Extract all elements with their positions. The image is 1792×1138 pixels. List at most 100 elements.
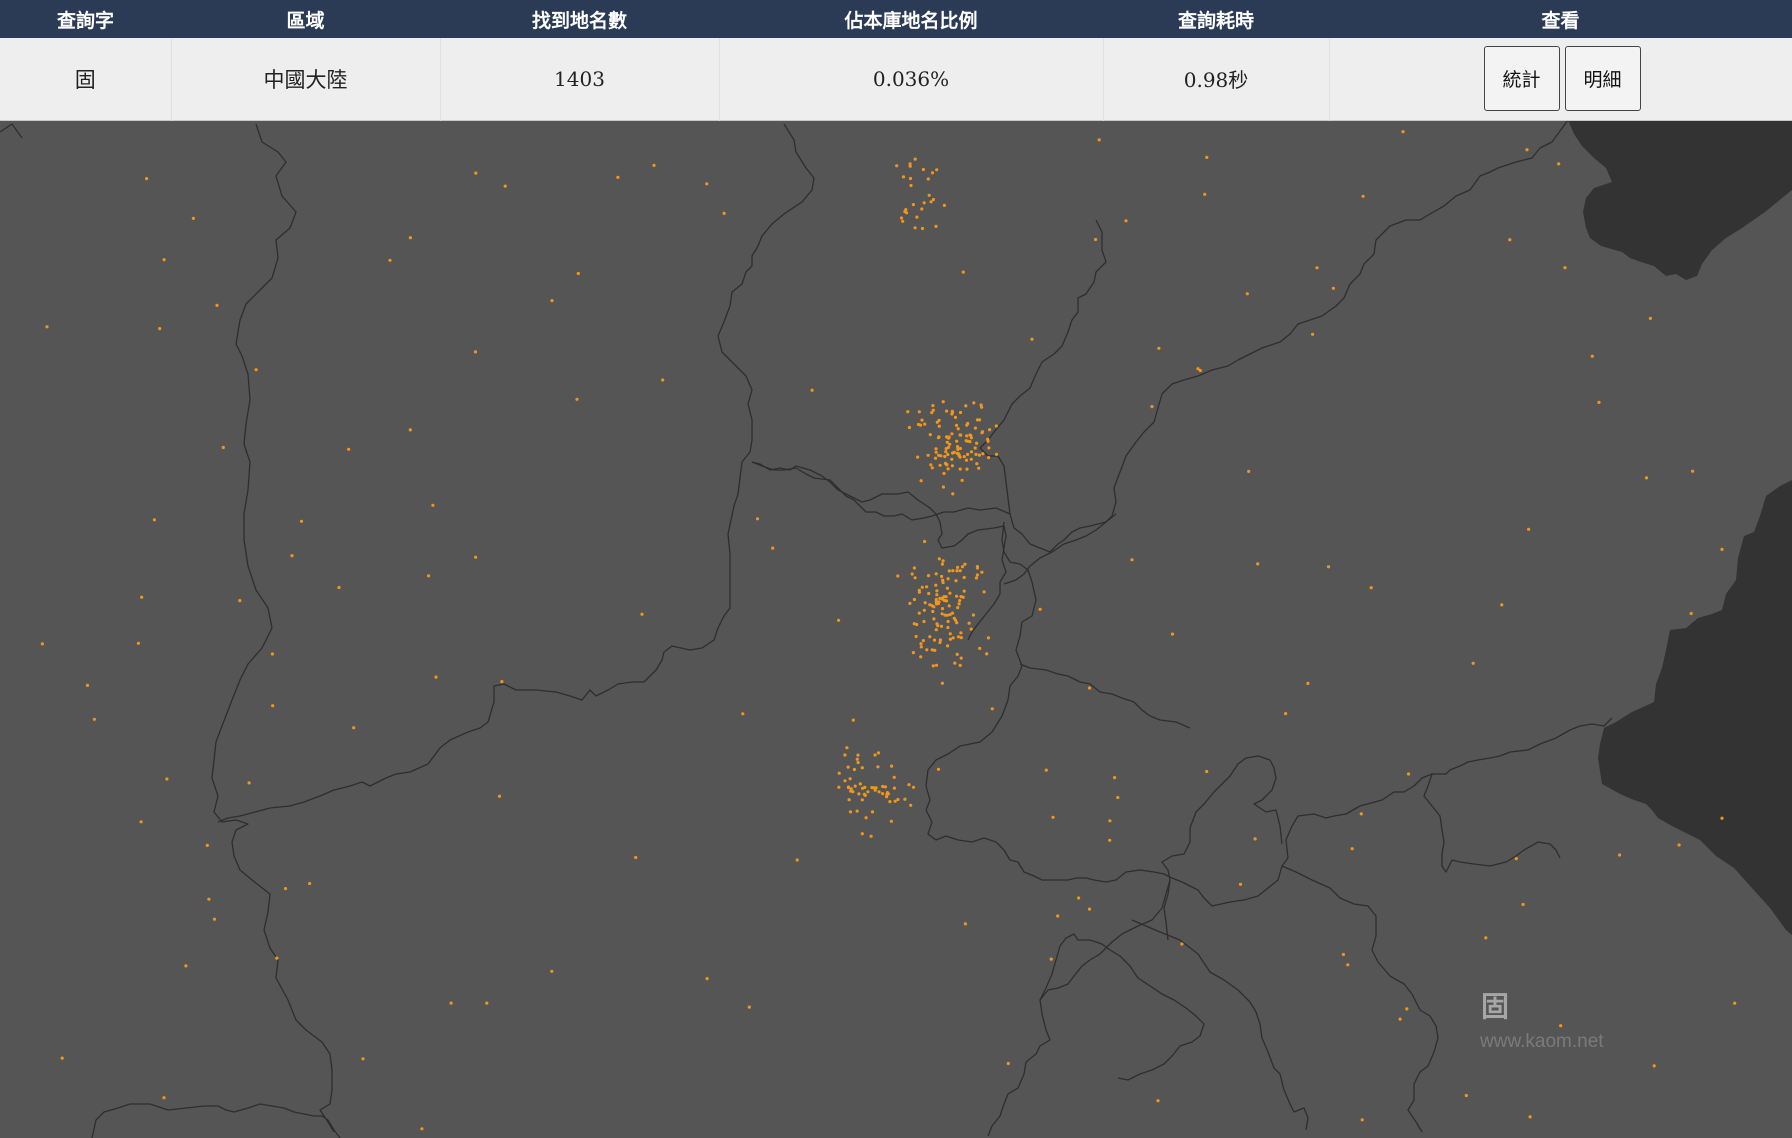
place-dot <box>337 585 341 590</box>
place-dot <box>848 810 853 814</box>
place-dot <box>893 799 897 803</box>
place-dot <box>908 601 912 606</box>
place-dot <box>1284 712 1288 716</box>
place-dot <box>960 478 964 482</box>
place-dot <box>923 601 927 605</box>
place-dot <box>973 426 978 430</box>
place-dot <box>966 452 970 456</box>
place-dot <box>1006 1061 1010 1066</box>
place-dot <box>958 433 962 437</box>
place-dot <box>954 423 959 427</box>
place-dot <box>964 404 968 408</box>
place-dot <box>934 663 939 667</box>
place-dot <box>956 447 960 451</box>
detail-button[interactable]: 明細 <box>1564 46 1641 111</box>
place-dot <box>943 613 947 617</box>
place-dot <box>1527 527 1531 531</box>
place-dot <box>158 327 162 331</box>
cell-count: 1403 <box>439 38 719 120</box>
header-count: 找到地名數 <box>531 9 627 32</box>
place-dot <box>890 764 894 768</box>
place-dot <box>860 832 864 836</box>
place-dot <box>961 270 965 274</box>
place-dot <box>856 760 860 765</box>
place-dot <box>1733 1001 1737 1005</box>
place-dot <box>634 855 638 860</box>
place-dot <box>944 599 949 603</box>
place-dot <box>1203 192 1207 196</box>
place-dot <box>916 455 920 459</box>
place-dot <box>1205 769 1209 774</box>
place-dot <box>955 451 960 455</box>
place-dot <box>943 454 947 459</box>
place-dot <box>928 433 932 437</box>
place-dot <box>977 453 982 457</box>
place-dot <box>616 175 620 179</box>
place-dot <box>347 447 351 451</box>
place-dot <box>1648 316 1652 320</box>
place-dot <box>1514 857 1518 861</box>
place-dot <box>408 428 412 432</box>
place-dot <box>931 197 936 202</box>
place-dot <box>1464 1093 1468 1098</box>
place-dot <box>283 887 288 891</box>
place-dot <box>954 579 958 583</box>
place-dot <box>940 612 944 616</box>
place-dot <box>1652 1064 1656 1068</box>
place-dot <box>431 503 435 507</box>
place-dot <box>408 236 412 240</box>
place-dot <box>946 452 950 457</box>
place-dot <box>474 171 478 175</box>
place-dot <box>957 602 961 606</box>
place-dot <box>913 226 917 230</box>
place-dot <box>994 424 998 428</box>
place-dot <box>937 424 941 428</box>
place-dot <box>1689 611 1693 616</box>
place-dot <box>929 463 933 467</box>
place-dot <box>874 786 878 790</box>
place-dot <box>771 546 775 550</box>
place-dot <box>965 467 969 471</box>
place-dot <box>873 753 877 757</box>
place-dot <box>911 651 916 655</box>
place-dot <box>1508 238 1512 242</box>
place-dot <box>837 771 841 775</box>
place-dot <box>962 589 966 593</box>
place-dot <box>956 606 960 610</box>
place-dot <box>1044 768 1048 772</box>
place-dot <box>917 611 921 615</box>
place-dot <box>1180 942 1184 946</box>
place-dot <box>851 718 855 722</box>
place-dot <box>140 595 144 599</box>
place-dot <box>933 456 938 460</box>
header-region: 區域 <box>286 9 325 32</box>
place-dot <box>896 574 900 578</box>
place-dot <box>921 167 926 172</box>
place-dot <box>162 258 166 262</box>
place-dot <box>950 409 954 413</box>
place-dot <box>948 591 952 595</box>
place-dot <box>969 436 974 440</box>
place-dot <box>947 569 951 573</box>
place-dot <box>238 599 242 603</box>
place-dot <box>919 642 923 646</box>
place-dot <box>474 555 478 559</box>
stats-button[interactable]: 統計 <box>1483 46 1560 111</box>
place-dot <box>1256 562 1260 566</box>
place-dot <box>938 640 942 645</box>
place-dot <box>955 652 959 657</box>
place-dot <box>934 572 938 576</box>
place-dot <box>705 977 709 981</box>
place-dot <box>895 164 899 168</box>
place-dot <box>934 224 938 228</box>
place-dot <box>941 400 945 404</box>
place-dot <box>952 616 956 620</box>
place-dot <box>915 622 919 627</box>
place-dot <box>958 410 963 415</box>
place-dot <box>920 226 925 231</box>
place-dot <box>980 431 984 435</box>
place-dot <box>962 455 966 459</box>
place-dot <box>972 401 976 405</box>
place-dot <box>1677 843 1681 847</box>
place-dot <box>927 193 931 197</box>
